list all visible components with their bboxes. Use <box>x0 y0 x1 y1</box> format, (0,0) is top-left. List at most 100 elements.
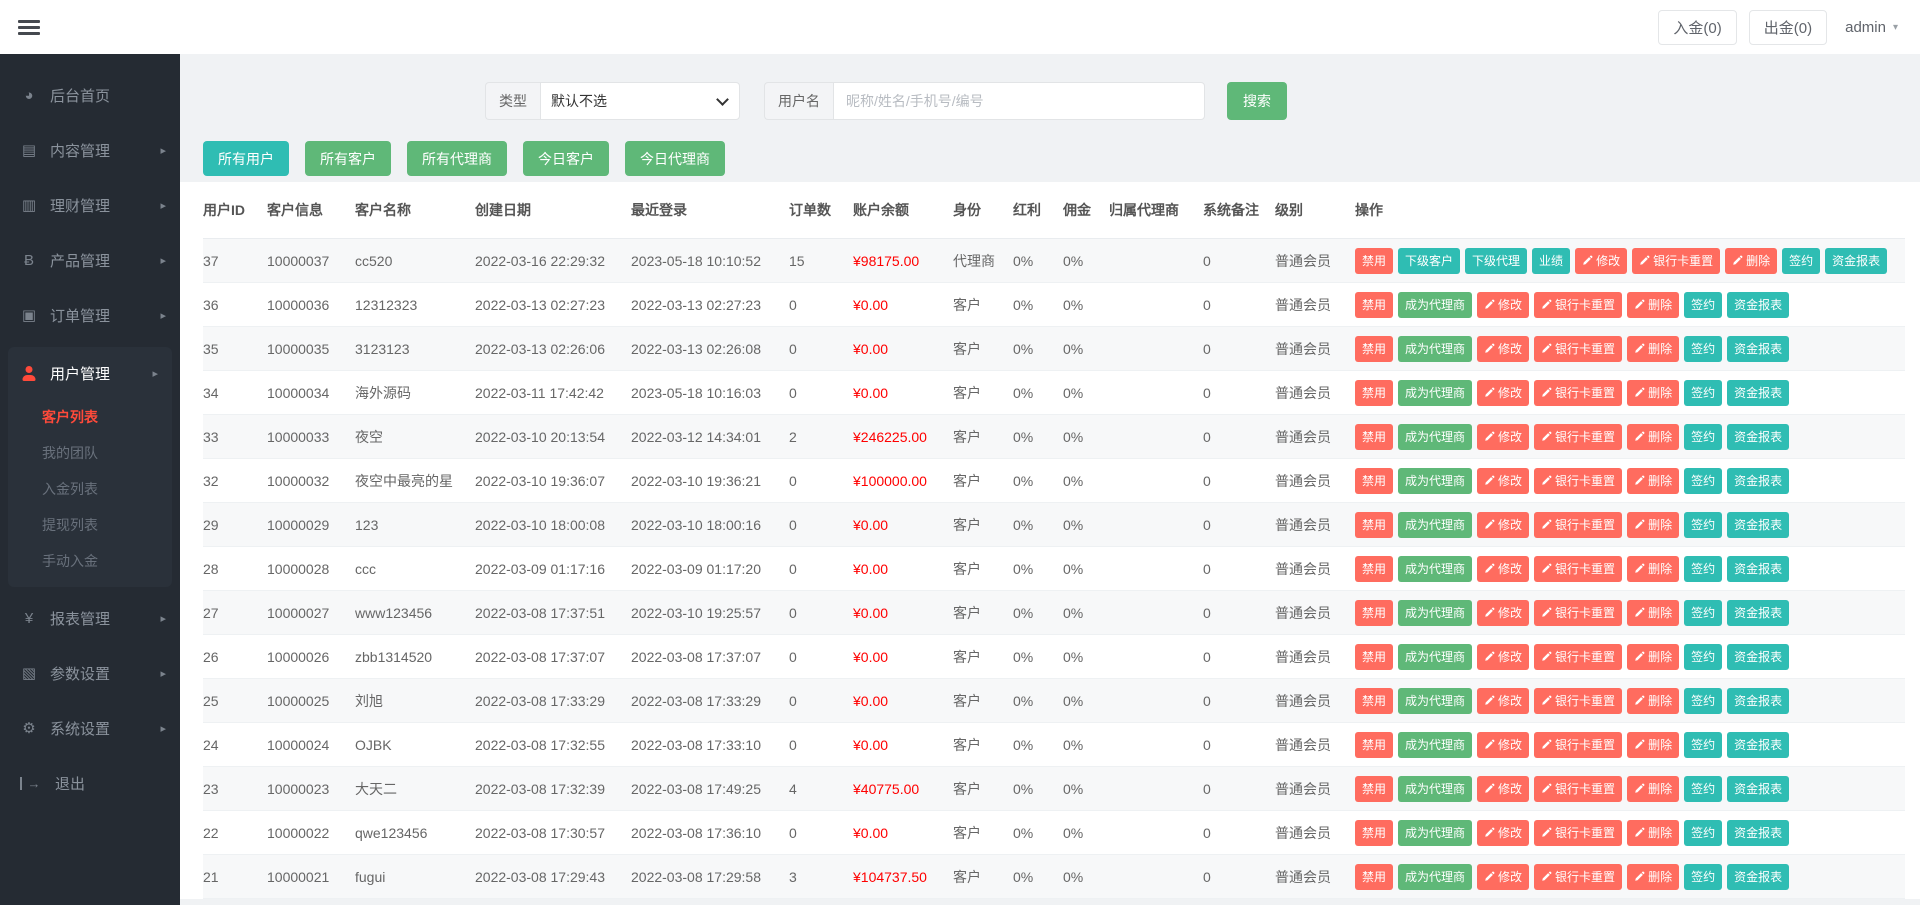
action-bank-reset-button[interactable]: 银行卡重置 <box>1534 556 1622 582</box>
action-delete-button[interactable]: 删除 <box>1627 380 1679 406</box>
action-fund-report-button[interactable]: 资金报表 <box>1727 380 1789 406</box>
sidebar-item-params[interactable]: ▧参数设置▸ <box>0 646 180 701</box>
action-become-agent-button[interactable]: 成为代理商 <box>1398 424 1472 450</box>
action-delete-button[interactable]: 删除 <box>1627 424 1679 450</box>
deposit-button[interactable]: 入金(0) <box>1658 10 1736 45</box>
action-sign-button[interactable]: 签约 <box>1684 732 1722 758</box>
action-become-agent-button[interactable]: 成为代理商 <box>1398 688 1472 714</box>
action-bank-reset-button[interactable]: 银行卡重置 <box>1534 468 1622 494</box>
sidebar-subitem-manual-deposit[interactable]: 手动入金 <box>8 543 172 579</box>
filter-all-agents-button[interactable]: 所有代理商 <box>407 141 507 176</box>
action-edit-button[interactable]: 修改 <box>1477 512 1529 538</box>
action-bank-reset-button[interactable]: 银行卡重置 <box>1534 600 1622 626</box>
action-edit-button[interactable]: 修改 <box>1477 600 1529 626</box>
action-delete-button[interactable]: 删除 <box>1627 336 1679 362</box>
sidebar-item-finance[interactable]: ▥理财管理▸ <box>0 178 180 233</box>
action-become-agent-button[interactable]: 成为代理商 <box>1398 644 1472 670</box>
filter-today-customers-button[interactable]: 今日客户 <box>523 141 609 176</box>
action-bank-reset-button[interactable]: 银行卡重置 <box>1632 248 1720 274</box>
action-sign-button[interactable]: 签约 <box>1684 776 1722 802</box>
action-sign-button[interactable]: 签约 <box>1782 248 1820 274</box>
action-sign-button[interactable]: 签约 <box>1684 380 1722 406</box>
action-bank-reset-button[interactable]: 银行卡重置 <box>1534 864 1622 890</box>
action-sign-button[interactable]: 签约 <box>1684 512 1722 538</box>
filter-today-agents-button[interactable]: 今日代理商 <box>625 141 725 176</box>
action-edit-button[interactable]: 修改 <box>1477 820 1529 846</box>
action-become-agent-button[interactable]: 成为代理商 <box>1398 292 1472 318</box>
action-disable-button[interactable]: 禁用 <box>1355 776 1393 802</box>
username-input[interactable] <box>833 82 1205 120</box>
action-edit-button[interactable]: 修改 <box>1477 336 1529 362</box>
action-fund-report-button[interactable]: 资金报表 <box>1727 688 1789 714</box>
action-bank-reset-button[interactable]: 银行卡重置 <box>1534 512 1622 538</box>
action-delete-button[interactable]: 删除 <box>1627 556 1679 582</box>
action-delete-button[interactable]: 删除 <box>1627 732 1679 758</box>
action-fund-report-button[interactable]: 资金报表 <box>1825 248 1887 274</box>
action-bank-reset-button[interactable]: 银行卡重置 <box>1534 644 1622 670</box>
action-fund-report-button[interactable]: 资金报表 <box>1727 732 1789 758</box>
action-delete-button[interactable]: 删除 <box>1627 600 1679 626</box>
action-delete-button[interactable]: 删除 <box>1627 468 1679 494</box>
sidebar-item-logout[interactable]: →退出 <box>0 756 180 811</box>
action-become-agent-button[interactable]: 成为代理商 <box>1398 512 1472 538</box>
sidebar-item-dashboard[interactable]: ◕后台首页 <box>0 68 180 123</box>
sidebar-item-reports[interactable]: ¥报表管理▸ <box>0 591 180 646</box>
action-edit-button[interactable]: 修改 <box>1477 292 1529 318</box>
action-disable-button[interactable]: 禁用 <box>1355 468 1393 494</box>
action-become-agent-button[interactable]: 成为代理商 <box>1398 732 1472 758</box>
action-sign-button[interactable]: 签约 <box>1684 864 1722 890</box>
sidebar-item-orders[interactable]: ▣订单管理▸ <box>0 288 180 343</box>
sidebar-item-product[interactable]: Ƀ产品管理▸ <box>0 233 180 288</box>
sidebar-subitem-customer-list[interactable]: 客户列表 <box>8 399 172 435</box>
sidebar-item-system[interactable]: ⚙系统设置▸ <box>0 701 180 756</box>
action-disable-button[interactable]: 禁用 <box>1355 820 1393 846</box>
action-bank-reset-button[interactable]: 银行卡重置 <box>1534 776 1622 802</box>
action-edit-button[interactable]: 修改 <box>1477 468 1529 494</box>
action-become-agent-button[interactable]: 成为代理商 <box>1398 380 1472 406</box>
action-disable-button[interactable]: 禁用 <box>1355 424 1393 450</box>
action-disable-button[interactable]: 禁用 <box>1355 864 1393 890</box>
filter-all-users-button[interactable]: 所有用户 <box>203 141 289 176</box>
action-disable-button[interactable]: 禁用 <box>1355 556 1393 582</box>
action-delete-button[interactable]: 删除 <box>1725 248 1777 274</box>
action-disable-button[interactable]: 禁用 <box>1355 380 1393 406</box>
action-become-agent-button[interactable]: 成为代理商 <box>1398 600 1472 626</box>
filter-all-customers-button[interactable]: 所有客户 <box>305 141 391 176</box>
action-fund-report-button[interactable]: 资金报表 <box>1727 864 1789 890</box>
action-bank-reset-button[interactable]: 银行卡重置 <box>1534 292 1622 318</box>
action-sign-button[interactable]: 签约 <box>1684 644 1722 670</box>
action-delete-button[interactable]: 删除 <box>1627 688 1679 714</box>
search-button[interactable]: 搜索 <box>1227 82 1287 120</box>
action-delete-button[interactable]: 删除 <box>1627 512 1679 538</box>
action-edit-button[interactable]: 修改 <box>1477 776 1529 802</box>
action-bank-reset-button[interactable]: 银行卡重置 <box>1534 688 1622 714</box>
action-bank-reset-button[interactable]: 银行卡重置 <box>1534 820 1622 846</box>
action-disable-button[interactable]: 禁用 <box>1355 600 1393 626</box>
action-delete-button[interactable]: 删除 <box>1627 644 1679 670</box>
action-sign-button[interactable]: 签约 <box>1684 600 1722 626</box>
action-disable-button[interactable]: 禁用 <box>1355 292 1393 318</box>
withdraw-button[interactable]: 出金(0) <box>1749 10 1827 45</box>
action-bank-reset-button[interactable]: 银行卡重置 <box>1534 424 1622 450</box>
sidebar-item-users[interactable]: 用户管理▸ <box>8 347 172 399</box>
action-disable-button[interactable]: 禁用 <box>1355 644 1393 670</box>
action-edit-button[interactable]: 修改 <box>1477 644 1529 670</box>
action-become-agent-button[interactable]: 成为代理商 <box>1398 776 1472 802</box>
action-become-agent-button[interactable]: 成为代理商 <box>1398 864 1472 890</box>
action-disable-button[interactable]: 禁用 <box>1355 688 1393 714</box>
admin-menu[interactable]: admin ▾ <box>1839 19 1904 36</box>
action-fund-report-button[interactable]: 资金报表 <box>1727 292 1789 318</box>
action-fund-report-button[interactable]: 资金报表 <box>1727 336 1789 362</box>
action-sign-button[interactable]: 签约 <box>1684 336 1722 362</box>
action-disable-button[interactable]: 禁用 <box>1355 248 1393 274</box>
action-edit-button[interactable]: 修改 <box>1477 556 1529 582</box>
menu-toggle-icon[interactable] <box>16 13 42 42</box>
action-become-agent-button[interactable]: 成为代理商 <box>1398 820 1472 846</box>
action-fund-report-button[interactable]: 资金报表 <box>1727 600 1789 626</box>
action-disable-button[interactable]: 禁用 <box>1355 336 1393 362</box>
action-sign-button[interactable]: 签约 <box>1684 556 1722 582</box>
action-delete-button[interactable]: 删除 <box>1627 292 1679 318</box>
action-delete-button[interactable]: 删除 <box>1627 864 1679 890</box>
action-edit-button[interactable]: 修改 <box>1477 732 1529 758</box>
action-edit-button[interactable]: 修改 <box>1575 248 1627 274</box>
